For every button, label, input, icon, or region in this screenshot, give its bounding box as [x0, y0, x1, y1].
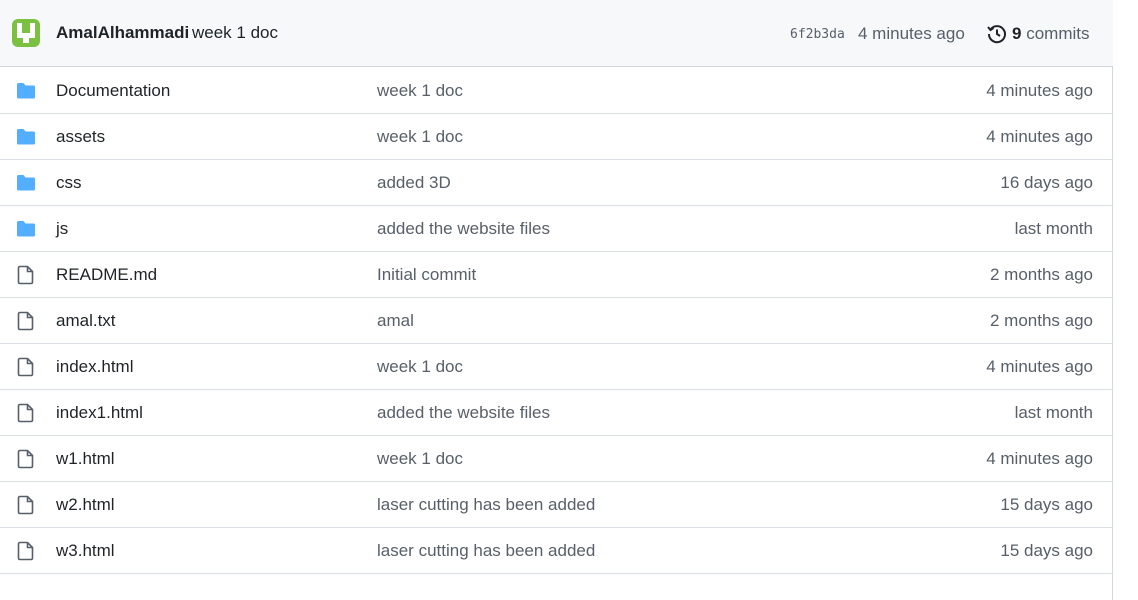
- file-icon: [16, 541, 36, 561]
- commit-count: 9: [1012, 24, 1022, 43]
- file-commit-message-link[interactable]: week 1 doc: [377, 449, 463, 469]
- commit-label: commits: [1026, 24, 1090, 43]
- file-icon: [16, 265, 36, 285]
- file-commit-message-link[interactable]: amal: [377, 311, 414, 331]
- commit-author-link[interactable]: AmalAlhammadi: [56, 23, 189, 43]
- folder-icon: [16, 81, 36, 101]
- file-commit-time: 4 minutes ago: [986, 449, 1093, 468]
- file-commit-message-link[interactable]: added the website files: [377, 219, 550, 239]
- file-row[interactable]: w1.html week 1 doc 4 minutes ago: [0, 436, 1113, 482]
- file-name-link[interactable]: css: [56, 173, 82, 193]
- file-row[interactable]: index1.html added the website files last m…: [0, 390, 1113, 436]
- commits-link[interactable]: 9 commits: [1012, 24, 1089, 44]
- file-row[interactable]: Documentation week 1 doc 4 minutes ago: [0, 68, 1113, 114]
- file-commit-time: 4 minutes ago: [986, 81, 1093, 100]
- folder-icon: [16, 127, 36, 147]
- file-row[interactable]: w2.html laser cutting has been added 15 da…: [0, 482, 1113, 528]
- file-commit-time: last month: [1014, 219, 1093, 238]
- file-row[interactable]: js added the website files last month: [0, 206, 1113, 252]
- file-name-link[interactable]: assets: [56, 127, 105, 147]
- file-row[interactable]: README.md Initial commit 2 months ago: [0, 252, 1113, 298]
- file-commit-time: 4 minutes ago: [986, 357, 1093, 376]
- file-row[interactable]: assets week 1 doc 4 minutes ago: [0, 114, 1113, 160]
- file-name-link[interactable]: js: [56, 219, 68, 239]
- file-name-link[interactable]: README.md: [56, 265, 157, 285]
- file-commit-message-link[interactable]: week 1 doc: [377, 81, 463, 101]
- file-icon: [16, 403, 36, 423]
- file-commit-message-link[interactable]: week 1 doc: [377, 127, 463, 147]
- folder-icon: [16, 219, 36, 239]
- folder-icon: [16, 173, 36, 193]
- file-commit-message-link[interactable]: laser cutting has been added: [377, 541, 595, 561]
- file-row[interactable]: amal.txt amal 2 months ago: [0, 298, 1113, 344]
- file-commit-message-link[interactable]: added the website files: [377, 403, 550, 423]
- file-name-link[interactable]: w1.html: [56, 449, 115, 469]
- file-icon: [16, 311, 36, 331]
- file-commit-time: 15 days ago: [1000, 495, 1093, 514]
- file-commit-time: 2 months ago: [989, 311, 1093, 330]
- file-row[interactable]: index.html week 1 doc 4 minutes ago: [0, 344, 1113, 390]
- commit-message-link[interactable]: week 1 doc: [192, 23, 278, 43]
- file-commit-message-link[interactable]: week 1 doc: [377, 357, 463, 377]
- commit-time: 4 minutes ago: [858, 24, 965, 43]
- commit-sha-link[interactable]: 6f2b3da: [790, 27, 845, 42]
- file-browser-box: AmalAlhammadi week 1 doc 6f2b3da 4 minut…: [0, 0, 1113, 600]
- file-list: Documentation week 1 doc 4 minutes ago asse…: [0, 68, 1113, 574]
- file-icon: [16, 449, 36, 469]
- file-commit-time: 4 minutes ago: [986, 127, 1093, 146]
- file-name-link[interactable]: Documentation: [56, 81, 170, 101]
- file-name-link[interactable]: w3.html: [56, 541, 115, 561]
- file-name-link[interactable]: w2.html: [56, 495, 115, 515]
- file-commit-message-link[interactable]: Initial commit: [377, 265, 476, 285]
- latest-commit-header: AmalAlhammadi week 1 doc 6f2b3da 4 minut…: [0, 0, 1113, 67]
- file-commit-time: 15 days ago: [1000, 541, 1093, 560]
- file-icon: [16, 357, 36, 377]
- avatar-icon[interactable]: [12, 19, 40, 47]
- file-commit-message-link[interactable]: laser cutting has been added: [377, 495, 595, 515]
- file-commit-time: 2 months ago: [989, 265, 1093, 284]
- history-icon: [987, 25, 1006, 44]
- file-commit-time: 16 days ago: [1000, 173, 1093, 192]
- file-commit-time: last month: [1014, 403, 1093, 422]
- file-name-link[interactable]: amal.txt: [56, 311, 116, 331]
- file-name-link[interactable]: index.html: [56, 357, 133, 377]
- file-row[interactable]: css added 3D 16 days ago: [0, 160, 1113, 206]
- file-name-link[interactable]: index1.html: [56, 403, 143, 423]
- file-row[interactable]: w3.html laser cutting has been added 15 da…: [0, 528, 1113, 574]
- file-icon: [16, 495, 36, 515]
- file-commit-message-link[interactable]: added 3D: [377, 173, 451, 193]
